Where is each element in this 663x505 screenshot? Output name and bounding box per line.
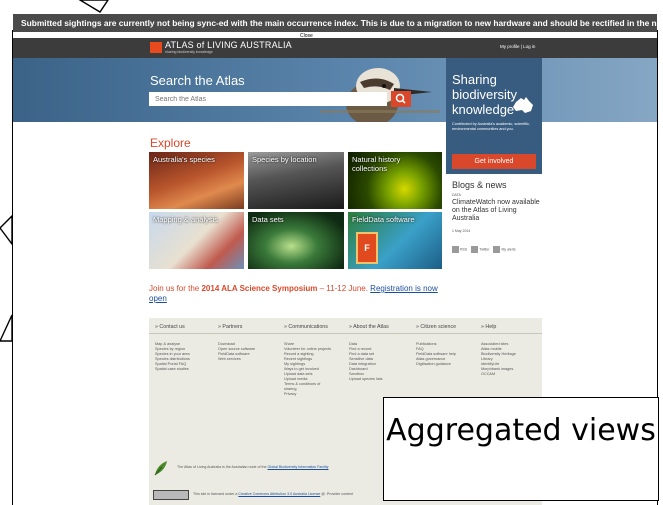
footer-column: » About the Atlas Data Find a record Find a… [349, 324, 413, 381]
tile-label: Natural history collections [352, 155, 401, 173]
rss-icon[interactable] [452, 246, 459, 253]
blog-tag: DATA [452, 193, 461, 197]
tile-label: Data sets [252, 215, 284, 224]
license-suffix: @. Provider content [320, 492, 354, 496]
fielddata-logo-icon: F [356, 232, 378, 264]
search-input[interactable] [149, 92, 387, 106]
search-title: Search the Atlas [150, 73, 245, 88]
get-involved-button[interactable]: Get involved [452, 154, 536, 169]
search-button[interactable] [391, 91, 411, 107]
tile-label: FieldData software [352, 215, 415, 224]
symposium-event: 2014 ALA Science Symposium [201, 284, 318, 293]
footer-heading[interactable]: » About the Atlas [349, 324, 413, 331]
social-links: RSS Twitter My alerts [452, 246, 540, 256]
screenshot-stage: Submitted sightings are currently not be… [0, 0, 663, 505]
footer-column: » Citizen science Publications FAQ FieldDat… [416, 324, 480, 366]
footer-link-list: Download Open source software FieldData so… [218, 342, 255, 362]
footer-heading[interactable]: » Help [481, 324, 545, 331]
gbif-link[interactable]: Global Biodiversity Information Facility [268, 465, 329, 469]
site-header [13, 38, 657, 58]
tile-label: Australia's species [153, 155, 215, 164]
gbif-node-statement: The Atlas of Living Australia is the Aus… [177, 465, 407, 469]
tile-species-by-location[interactable]: Species by location [248, 152, 344, 209]
footer-column: » Communications Share Volunteer for onlin… [284, 324, 348, 396]
social-alerts[interactable]: My alerts [501, 247, 515, 251]
profile-login-links[interactable]: My profile | Log in [500, 44, 535, 49]
social-twitter[interactable]: Twitter [479, 247, 489, 251]
sharing-description: Contributed by Australia's academic, sci… [452, 122, 530, 131]
footer-link-list: Associated sites Atlas mobile Biodiversity… [481, 342, 516, 377]
footer-column: » Help Associated sites Atlas mobile Biodiv… [481, 324, 545, 376]
blog-headline-link[interactable]: ClimateWatch now available on the Atlas … [452, 199, 540, 223]
gbif-prefix: The Atlas of Living Australia is the Aus… [177, 465, 268, 469]
tile-label: Species by location [252, 155, 317, 164]
footer-heading[interactable]: » Contact us [155, 324, 219, 331]
license-statement: This site is licensed under a Creative C… [193, 492, 353, 496]
explore-title: Explore [150, 136, 191, 150]
footer-link[interactable]: Upload species lists [349, 377, 383, 382]
footer-link[interactable]: Spatial case studies [155, 367, 190, 372]
symposium-suffix: – 11-12 June. [317, 284, 371, 293]
gbif-leaf-icon [154, 461, 167, 476]
license-link[interactable]: Creative Commons Attribution 3.0 Austral… [238, 492, 320, 496]
footer-link-list: Share Volunteer for online projects Record… [284, 342, 331, 397]
tile-australias-species[interactable]: Australia's species [149, 152, 244, 209]
logo-tagline: sharing biodiversity knowledge [165, 50, 213, 54]
blogs-news-title: Blogs & news [452, 180, 507, 190]
footer-link[interactable]: OCCAM [481, 372, 516, 377]
tile-natural-history-collections[interactable]: Natural history collections [348, 152, 442, 209]
search-icon [395, 93, 406, 104]
footer-link-list: Data Find a record Find a data set Sensitiv… [349, 342, 383, 382]
tile-mapping-analysis[interactable]: Mapping & analysis [149, 212, 244, 269]
footer-column: » Partners Download Open source software Fi… [218, 324, 282, 361]
footer-column: » Contact us Map & analyse Species by regi… [155, 324, 219, 371]
social-rss[interactable]: RSS [460, 247, 467, 251]
creative-commons-badge-icon[interactable] [153, 490, 189, 500]
symposium-announcement: Join us for the 2014 ALA Science Symposi… [149, 284, 439, 304]
footer-divider [149, 333, 542, 334]
alerts-icon[interactable] [493, 246, 501, 253]
blog-date: 1 May 2014 [452, 229, 471, 233]
license-prefix: This site is licensed under a [193, 492, 239, 496]
australia-map-icon [513, 97, 533, 113]
footer-link[interactable]: Digitisation guidance [416, 362, 456, 367]
footer-link[interactable]: Privacy [284, 392, 331, 397]
ala-logo-icon [150, 42, 162, 53]
footer-link[interactable]: Web services [218, 357, 255, 362]
twitter-icon[interactable] [471, 246, 479, 253]
kookaburra-image [320, 68, 440, 122]
tile-data-sets[interactable]: Data sets [248, 212, 344, 269]
tile-label: Mapping & analysis [153, 215, 219, 224]
sync-notice-banner: Submitted sightings are currently not be… [13, 14, 657, 32]
footer-heading[interactable]: » Communications [284, 324, 348, 331]
footer-heading[interactable]: » Partners [218, 324, 282, 331]
footer-heading[interactable]: » Citizen science [416, 324, 480, 331]
symposium-prefix: Join us for the [149, 284, 202, 293]
footer-link-list: Map & analyse Species by region Species in… [155, 342, 190, 372]
callout-text: Aggregated views [386, 413, 656, 448]
logo-text: ATLAS of LIVING AUSTRALIA [165, 40, 292, 50]
footer-link-list: Publications FAQ FieldData software help At… [416, 342, 456, 367]
